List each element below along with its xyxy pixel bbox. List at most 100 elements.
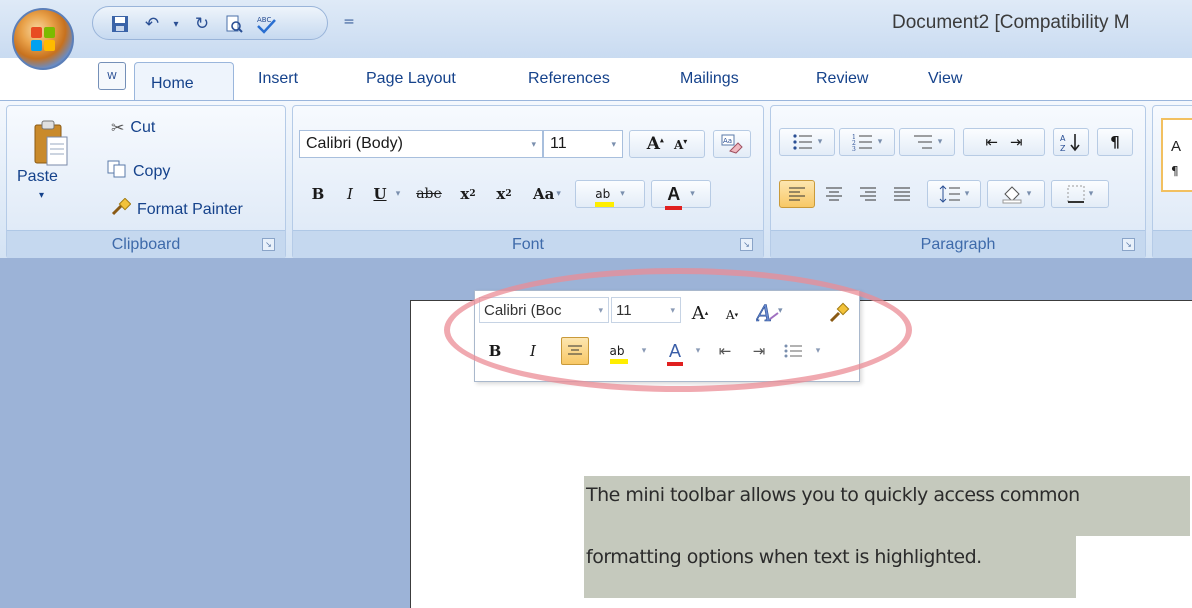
- shrink-font-label: A: [673, 138, 684, 152]
- styles-group-label: [1153, 230, 1192, 258]
- tab-home-label: Home: [151, 75, 194, 92]
- font-size-dropdown-icon[interactable]: ▾: [611, 139, 616, 150]
- highlight-button[interactable]: ab ▾: [575, 180, 645, 208]
- copy-icon: [107, 160, 127, 183]
- bullets-icon: [793, 134, 812, 150]
- paste-button[interactable]: Paste: [17, 168, 58, 186]
- scissors-icon: ✂: [111, 120, 125, 137]
- tab-review[interactable]: Review: [816, 70, 868, 88]
- window-title: Document2 [Compatibility M: [892, 12, 1130, 33]
- clipboard-group: Paste ▾ ✂ Cut Copy Format Painter Clipboa…: [6, 105, 286, 259]
- paragraph-group-label: Paragraph ↘: [771, 230, 1145, 258]
- spelling-check-icon[interactable]: ABC: [253, 12, 279, 36]
- justify-button[interactable]: [887, 180, 917, 208]
- cut-label: Cut: [130, 119, 156, 136]
- indent-buttons: ⇤ ⇥: [963, 128, 1045, 156]
- cut-button[interactable]: ✂ Cut: [111, 118, 155, 138]
- tab-page-layout[interactable]: Page Layout: [366, 70, 456, 88]
- change-case-button[interactable]: Aa ▾: [525, 180, 569, 208]
- line-spacing-icon: [939, 185, 960, 203]
- paint-bucket-icon: [1002, 186, 1022, 204]
- print-preview-icon[interactable]: [221, 12, 247, 36]
- svg-text:3: 3: [852, 146, 856, 151]
- redo-icon[interactable]: ↻: [189, 12, 215, 36]
- font-color-label: A: [667, 183, 681, 204]
- underline-button[interactable]: U: [369, 180, 391, 208]
- svg-text:Z: Z: [1060, 144, 1066, 152]
- italic-button[interactable]: I: [339, 180, 361, 208]
- strikethrough-button[interactable]: abe: [411, 180, 447, 208]
- align-left-icon: [789, 187, 805, 201]
- paintbrush-icon: [111, 197, 132, 221]
- increase-indent-icon[interactable]: ⇥: [1010, 133, 1023, 151]
- tab-insert[interactable]: Insert: [258, 70, 298, 88]
- line-spacing-button[interactable]: ▾: [927, 180, 981, 208]
- superscript-label: x: [496, 185, 506, 203]
- save-icon[interactable]: [107, 12, 133, 36]
- clipboard-group-label: Clipboard ↘: [7, 230, 285, 258]
- subscript-label: x: [460, 185, 470, 203]
- numbering-button[interactable]: 1 2 3 ▾: [839, 128, 895, 156]
- font-launcher-icon[interactable]: ↘: [740, 238, 753, 251]
- undo-icon[interactable]: ↶: [139, 12, 165, 36]
- style-gallery-item[interactable]: A ¶: [1161, 118, 1192, 192]
- copy-button[interactable]: Copy: [107, 160, 170, 183]
- tab-references[interactable]: References: [528, 70, 610, 88]
- quick-access-toolbar: ↶ ▾ ↻ ABC: [92, 6, 328, 40]
- font-color-button[interactable]: A ▾: [651, 180, 711, 210]
- sort-icon[interactable]: AZ: [1053, 128, 1089, 156]
- font-size-combo[interactable]: 11 ▾: [543, 130, 623, 158]
- paste-dropdown-icon[interactable]: ▾: [39, 190, 44, 201]
- copy-label: Copy: [133, 162, 171, 180]
- format-painter-button[interactable]: Format Painter: [111, 197, 243, 221]
- align-left-button[interactable]: [779, 180, 815, 208]
- customize-qat-icon[interactable]: =: [336, 10, 362, 34]
- decrease-indent-icon[interactable]: ⇤: [985, 133, 998, 151]
- shrink-font-icon[interactable]: A▾: [674, 136, 687, 152]
- document-text-line[interactable]: The mini toolbar allows you to quickly a…: [586, 484, 1080, 506]
- multilevel-list-icon: [913, 135, 932, 149]
- bullets-button[interactable]: ▾: [779, 128, 835, 156]
- ribbon-tabs: Home Insert Page Layout References Maili…: [90, 58, 1190, 102]
- bold-button[interactable]: B: [307, 180, 329, 208]
- font-group: Calibri (Body) ▾ 11 ▾ A▴ A▾ Aa B I U ▾ abe…: [292, 105, 764, 259]
- font-label-text: Font: [511, 235, 544, 253]
- clear-formatting-icon[interactable]: Aa: [713, 130, 751, 158]
- align-center-icon: [826, 187, 842, 201]
- align-right-button[interactable]: [853, 180, 883, 208]
- tab-view[interactable]: View: [928, 70, 962, 88]
- superscript-button[interactable]: x2: [489, 180, 519, 208]
- tab-home[interactable]: Home: [134, 62, 234, 102]
- multilevel-list-button[interactable]: ▾: [899, 128, 955, 156]
- grow-font-label: A: [646, 134, 660, 154]
- office-button[interactable]: [12, 8, 74, 70]
- grow-font-icon[interactable]: A▴: [647, 134, 664, 154]
- style-preview-letter: A: [1171, 138, 1182, 155]
- clipboard-label-text: Clipboard: [111, 235, 181, 253]
- show-formatting-marks-button[interactable]: ¶: [1097, 128, 1133, 156]
- paste-icon[interactable]: [33, 116, 73, 172]
- borders-button[interactable]: ▾: [1051, 180, 1109, 208]
- office-logo-icon: [31, 27, 55, 51]
- underline-dropdown-icon[interactable]: ▾: [391, 180, 405, 208]
- paragraph-label-text: Paragraph: [920, 235, 996, 253]
- numbering-icon: 123: [852, 134, 872, 151]
- center-button[interactable]: [819, 180, 849, 208]
- justify-icon: [894, 187, 910, 201]
- grow-shrink-font-buttons: A▴ A▾: [629, 130, 705, 158]
- paragraph-launcher-icon[interactable]: ↘: [1122, 238, 1135, 251]
- clipboard-launcher-icon[interactable]: ↘: [262, 238, 275, 251]
- font-name-dropdown-icon[interactable]: ▾: [531, 139, 536, 150]
- font-group-label: Font ↘: [293, 230, 763, 258]
- font-name-combo[interactable]: Calibri (Body) ▾: [299, 130, 543, 158]
- borders-icon: [1067, 185, 1085, 203]
- callout-ellipse: [444, 268, 912, 392]
- svg-text:Aa: Aa: [723, 137, 732, 145]
- undo-dropdown-icon[interactable]: ▾: [163, 12, 189, 36]
- align-right-icon: [860, 187, 876, 201]
- style-preview-mark: ¶: [1171, 164, 1179, 178]
- tab-mailings[interactable]: Mailings: [680, 70, 739, 88]
- document-text-line[interactable]: formatting options when text is highligh…: [586, 546, 982, 568]
- shading-button[interactable]: ▾: [987, 180, 1045, 208]
- subscript-button[interactable]: x2: [453, 180, 483, 208]
